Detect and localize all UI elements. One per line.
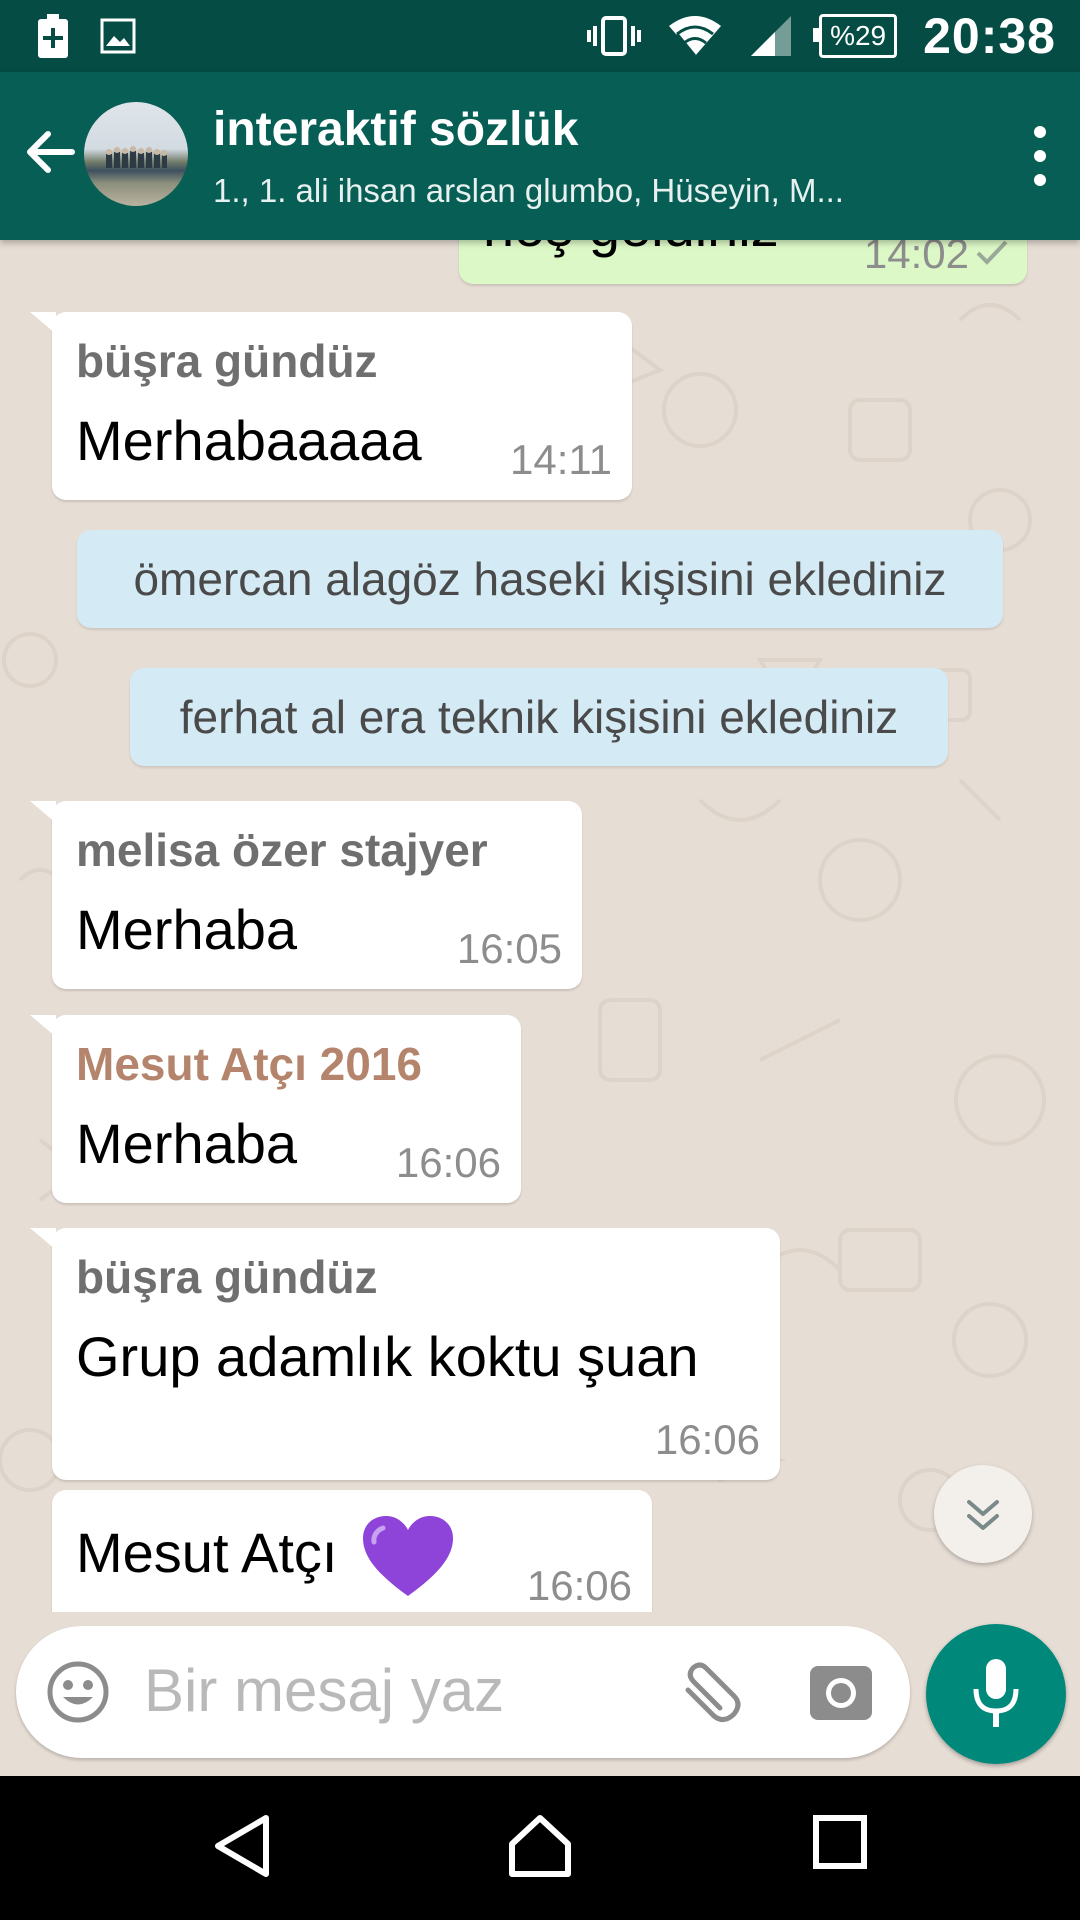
- camera-icon[interactable]: [810, 1662, 872, 1720]
- status-bar: %29 20:38: [0, 0, 1080, 72]
- message-time: 16:05: [456, 925, 562, 972]
- cell-signal-icon: [751, 16, 792, 56]
- vibrate-icon: [587, 16, 642, 56]
- sender-name: Mesut Atçı 2016: [76, 1038, 422, 1090]
- incoming-message[interactable]: büşra gündüz Grup adamlık koktu şuan 16:…: [30, 1228, 780, 1480]
- message-text: Mesut Atçı: [76, 1516, 453, 1598]
- battery-percent: %29: [830, 20, 887, 51]
- message-text: Merhaba: [76, 898, 298, 961]
- sender-name: büşra gündüz: [76, 335, 378, 387]
- message-time: 16:06: [654, 1416, 760, 1463]
- message-input[interactable]: Bir mesaj yaz: [144, 1656, 504, 1725]
- group-photo-image: [106, 146, 167, 168]
- outgoing-message[interactable]: hoş geldiniz 14:02: [459, 240, 1027, 284]
- incoming-message[interactable]: Mesut Atçı 16:06: [52, 1490, 652, 1612]
- group-title[interactable]: interaktif sözlük: [213, 102, 578, 157]
- system-message-text: ferhat al era teknik kişisini eklediniz: [179, 691, 899, 743]
- voice-message-button[interactable]: [926, 1624, 1066, 1764]
- system-message: ömercan alagöz haseki kişisini eklediniz: [77, 530, 1003, 628]
- group-members[interactable]: 1., 1. ali ihsan arslan glumbo, Hüseyin,…: [213, 172, 953, 210]
- scroll-to-bottom-button[interactable]: [934, 1465, 1032, 1563]
- purple-heart-emoji-icon: [363, 1516, 453, 1596]
- double-chevron-down-icon: [967, 1500, 999, 1530]
- image-notification-icon: [100, 18, 136, 54]
- sender-name: büşra gündüz: [76, 1251, 378, 1303]
- message-text: Merhaba: [76, 1112, 298, 1175]
- incoming-message[interactable]: melisa özer stajyer Merhaba 16:05: [30, 801, 582, 989]
- chat-header: interaktif sözlük 1., 1. ali ihsan arsla…: [0, 72, 1080, 240]
- battery-saver-icon: [38, 14, 68, 58]
- message-text: hoş geldiniz: [483, 240, 779, 259]
- message-composer: Bir mesaj yaz: [16, 1626, 910, 1758]
- emoji-icon[interactable]: [46, 1660, 110, 1724]
- clock: 20:38: [923, 8, 1056, 64]
- message-text: Merhabaaaaa: [76, 409, 422, 472]
- message-list[interactable]: hoş geldiniz 14:02 büşra gündüz Merhabaa…: [0, 240, 1080, 1612]
- microphone-icon: [973, 1659, 1019, 1727]
- incoming-message[interactable]: büşra gündüz Merhabaaaaa 14:11: [30, 312, 632, 500]
- back-arrow-icon[interactable]: [22, 124, 78, 180]
- sender-name: melisa özer stajyer: [76, 824, 488, 876]
- nav-home-icon[interactable]: [506, 1814, 574, 1878]
- nav-back-icon[interactable]: [212, 1814, 272, 1878]
- system-navigation-bar: [0, 1776, 1080, 1920]
- overflow-menu-icon[interactable]: [1030, 124, 1050, 188]
- group-avatar[interactable]: [84, 102, 188, 206]
- message-time: 16:06: [526, 1562, 632, 1609]
- nav-recents-icon[interactable]: [812, 1814, 868, 1870]
- attach-icon[interactable]: [676, 1660, 746, 1724]
- wifi-icon: [669, 16, 722, 57]
- message-text-content: Mesut Atçı: [76, 1520, 338, 1584]
- system-message: ferhat al era teknik kişisini eklediniz: [130, 668, 948, 766]
- message-text: Grup adamlık koktu şuan: [76, 1325, 699, 1388]
- sent-check-icon: [976, 240, 1008, 265]
- battery-indicator: %29: [813, 14, 898, 58]
- message-time: 14:02: [863, 240, 969, 277]
- message-time: 16:06: [395, 1139, 501, 1186]
- message-time: 14:11: [510, 436, 612, 483]
- system-message-text: ömercan alagöz haseki kişisini eklediniz: [133, 553, 947, 605]
- incoming-message[interactable]: Mesut Atçı 2016 Merhaba 16:06: [30, 1015, 521, 1203]
